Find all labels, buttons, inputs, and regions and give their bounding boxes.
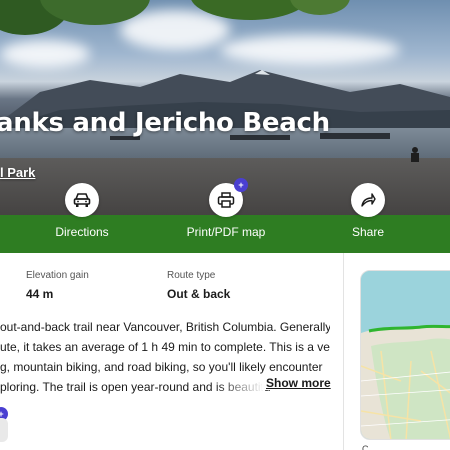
share-icon-circle[interactable] <box>351 183 385 217</box>
show-more-link[interactable]: Show more <box>262 376 331 390</box>
column-divider <box>343 253 344 450</box>
share-button[interactable]: Share <box>308 183 428 239</box>
share-arrow-icon <box>361 193 376 207</box>
cloud <box>220 35 400 65</box>
description-line: out-and-back trail near Vancouver, Briti… <box>0 320 330 334</box>
park-link[interactable]: l Park <box>0 165 35 180</box>
elevation-stat: Elevation gain 44 m <box>26 270 89 301</box>
plus-badge: + <box>234 178 248 192</box>
print-pdf-map-button[interactable]: + Print/PDF map <box>166 178 286 239</box>
route-type-label: Route type <box>167 270 216 281</box>
route-type-stat: Route type Out & back <box>167 270 230 301</box>
description-line: g, mountain biking, and road biking, so … <box>0 360 323 374</box>
elevation-label: Elevation gain <box>26 270 89 281</box>
page-title: anks and Jericho Beach <box>0 108 330 138</box>
map-label: C <box>362 444 369 450</box>
person-silhouette <box>411 147 419 162</box>
elevation-value: 44 m <box>26 287 54 301</box>
car-icon <box>73 193 91 207</box>
trail-map-thumbnail[interactable] <box>360 270 450 440</box>
text-fade <box>215 376 265 394</box>
partial-chip[interactable] <box>0 418 8 442</box>
map-graphic <box>361 271 450 439</box>
share-label: Share <box>351 225 385 239</box>
directions-icon-circle[interactable] <box>65 183 99 217</box>
directions-label: Directions <box>55 225 109 239</box>
tree-foliage <box>290 0 350 15</box>
print-pdf-map-label: Print/PDF map <box>186 225 266 239</box>
description-line: ute, it takes an average of 1 h 49 min t… <box>0 340 330 354</box>
directions-button[interactable]: Directions <box>22 183 142 239</box>
print-icon-circle[interactable]: + <box>209 178 248 217</box>
cloud <box>120 10 230 50</box>
printer-icon <box>217 192 235 208</box>
route-type-value: Out & back <box>167 287 231 301</box>
